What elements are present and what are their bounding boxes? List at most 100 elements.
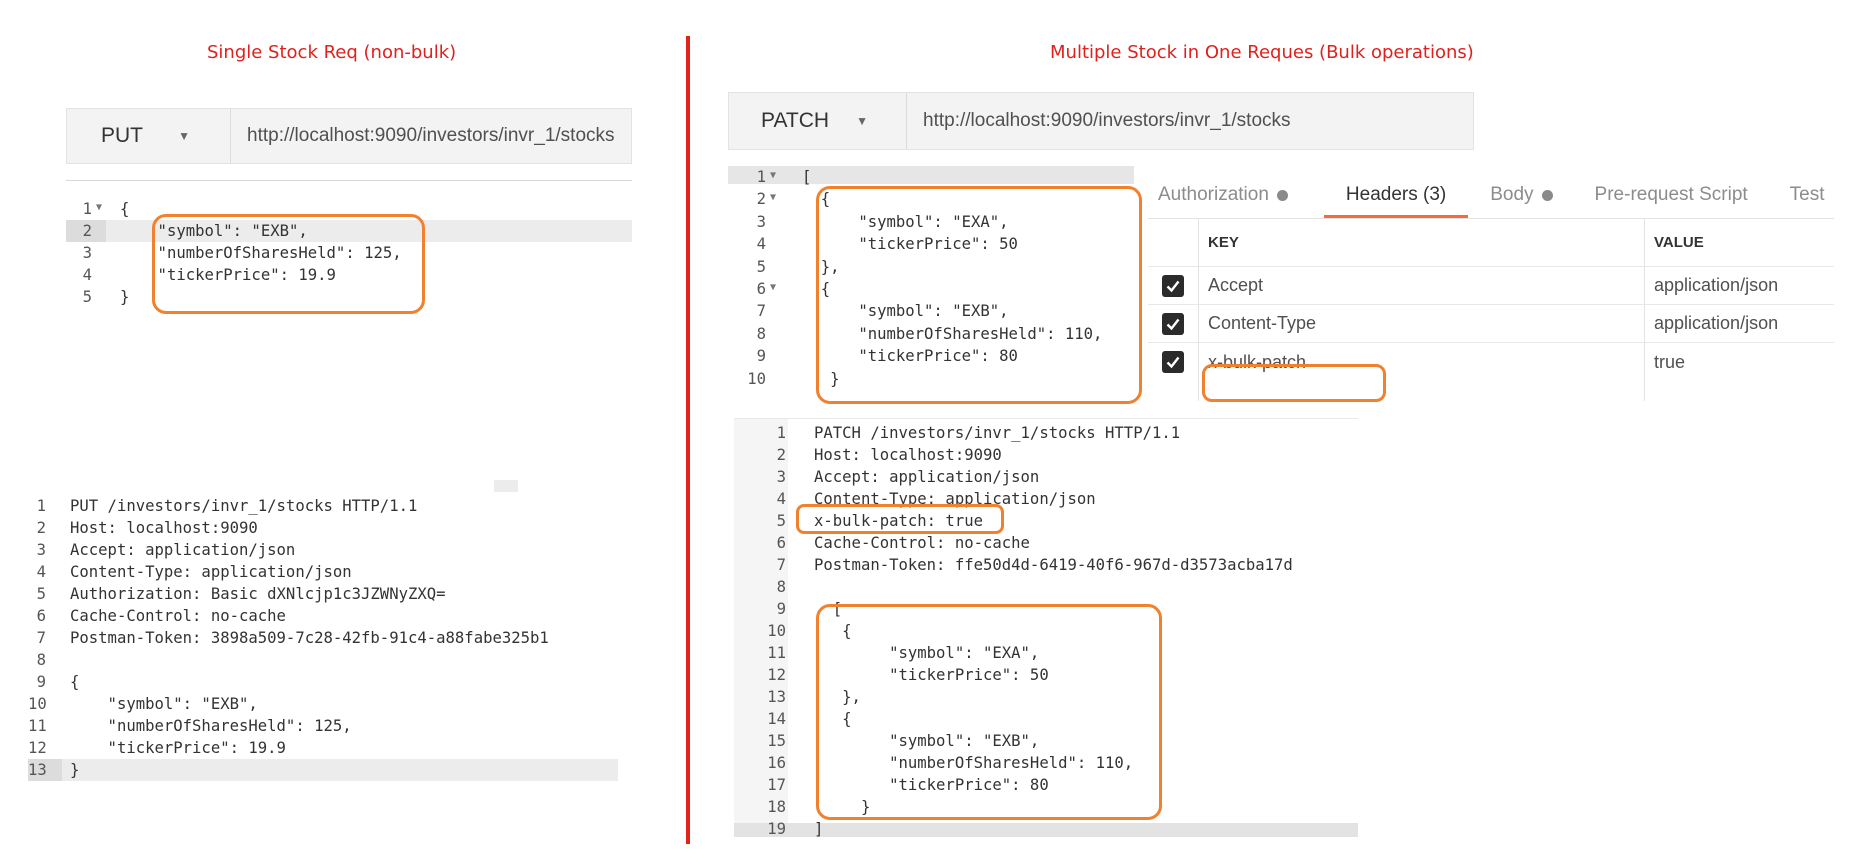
row-checkbox-cell <box>1162 343 1184 381</box>
code-line: } <box>120 288 130 306</box>
patch-request-bar: PATCH ▼ http://localhost:9090/investors/… <box>728 92 1474 150</box>
line-number: 1 <box>82 200 92 218</box>
method-select[interactable]: PATCH ▼ <box>729 93 907 149</box>
code-line: PUT /investors/invr_1/stocks HTTP/1.1 <box>70 497 418 515</box>
method-select[interactable]: PUT ▼ <box>67 109 231 163</box>
fold-arrow-icon[interactable]: ▼ <box>770 170 776 181</box>
code-line: Host: localhost:9090 <box>70 519 258 537</box>
line-number: 6 <box>776 534 786 552</box>
line-number: 6 <box>756 280 766 298</box>
code-line: Postman-Token: 3898a509-7c28-42fb-91c4-a… <box>70 629 549 647</box>
tab-label: Body <box>1490 184 1534 205</box>
tab-pre-request-script[interactable]: Pre-request Script <box>1595 172 1748 218</box>
line-number: 3 <box>756 212 766 231</box>
code-line: Host: localhost:9090 <box>814 446 1002 464</box>
line-number: 5 <box>36 585 46 603</box>
editor-top-border <box>66 180 632 181</box>
code-line: "tickerPrice": 19.9 <box>70 739 286 757</box>
code-line: Content-Type: application/json <box>70 563 352 581</box>
line-number: 9 <box>756 347 766 366</box>
line-number: 4 <box>36 563 46 581</box>
row-checkbox[interactable] <box>1162 274 1184 297</box>
key-column-header: KEY <box>1208 234 1239 251</box>
code-line: ] <box>814 820 824 838</box>
row-checkbox[interactable] <box>1162 312 1184 335</box>
line-number: 14 <box>767 710 786 728</box>
line-number: 8 <box>36 651 46 669</box>
code-line: Cache-Control: no-cache <box>814 534 1030 552</box>
line-number: 1 <box>756 168 766 186</box>
line-number: 3 <box>36 541 46 559</box>
highlight-box-raw-header <box>796 504 1004 534</box>
table-row: Accept application/json <box>1148 267 1834 305</box>
tab-headers-3[interactable]: Headers (3) <box>1323 172 1469 218</box>
line-number: 8 <box>756 324 766 343</box>
line-number: 7 <box>36 629 46 647</box>
fold-arrow-icon[interactable]: ▼ <box>770 192 776 203</box>
code-line: Cache-Control: no-cache <box>70 607 286 625</box>
header-key[interactable]: Content-Type <box>1208 305 1316 342</box>
section-divider <box>686 36 690 844</box>
header-value[interactable]: application/json <box>1654 305 1778 342</box>
code-line: Authorization: Basic dXNlcjp1c3JZWNyZXQ= <box>70 585 446 603</box>
tab-authorization[interactable]: Authorization <box>1158 172 1288 218</box>
value-column-header: VALUE <box>1654 234 1704 251</box>
chevron-down-icon: ▼ <box>856 114 868 128</box>
method-label: PUT <box>101 124 143 147</box>
active-line-highlight <box>28 759 618 781</box>
tab-test[interactable]: Test <box>1790 172 1825 218</box>
checkmark-icon <box>1166 356 1180 369</box>
table-row: Content-Type application/json <box>1148 305 1834 343</box>
modified-dot-icon <box>1541 189 1553 201</box>
header-value[interactable]: application/json <box>1654 267 1778 304</box>
line-number: 18 <box>767 798 786 816</box>
code-line: { <box>120 200 130 218</box>
line-number: 9 <box>36 673 46 691</box>
line-number: 13 <box>767 688 786 706</box>
line-number: 8 <box>776 578 786 596</box>
request-tabs: Authorization Headers (3) Body Pre-request … <box>1158 172 1859 218</box>
row-checkbox-cell <box>1162 267 1184 304</box>
header-key[interactable]: Accept <box>1208 267 1263 304</box>
line-number: 5 <box>82 288 92 306</box>
line-number: 12 <box>767 666 786 684</box>
left-section-title: Single Stock Req (non-bulk) <box>207 42 457 63</box>
tab-label: Test <box>1789 184 1825 205</box>
line-number: 11 <box>28 717 47 735</box>
fold-arrow-icon[interactable]: ▼ <box>96 202 102 213</box>
tab-label: Pre-request Script <box>1594 184 1748 205</box>
code-line: "numberOfSharesHeld": 125, <box>70 717 352 735</box>
line-number: 4 <box>776 490 786 508</box>
highlight-box-raw-body <box>816 604 1162 820</box>
line-number: 17 <box>767 776 786 794</box>
line-number: 2 <box>36 519 46 537</box>
header-value[interactable]: true <box>1654 343 1685 381</box>
code-line: { <box>70 673 80 691</box>
line-number: 15 <box>767 732 786 750</box>
code-line: "symbol": "EXB", <box>70 695 258 713</box>
line-number: 2 <box>82 222 92 240</box>
line-number: 3 <box>776 468 786 486</box>
line-number: 2 <box>776 446 786 464</box>
put-request-bar: PUT ▼ http://localhost:9090/investors/in… <box>66 108 632 164</box>
code-line: Postman-Token: ffe50d4d-6419-40f6-967d-d… <box>814 556 1293 574</box>
fold-arrow-icon[interactable]: ▼ <box>770 282 776 293</box>
chevron-down-icon: ▼ <box>178 129 190 143</box>
line-number: 12 <box>28 739 47 757</box>
line-number: 3 <box>82 244 92 262</box>
line-number: 10 <box>28 695 47 713</box>
line-number: 7 <box>756 302 766 321</box>
table-header-row: KEY VALUE <box>1148 219 1834 267</box>
code-line: PATCH /investors/invr_1/stocks HTTP/1.1 <box>814 424 1181 442</box>
code-line: [ <box>802 168 812 186</box>
line-number: 5 <box>776 512 786 530</box>
scrollbar-thumb[interactable] <box>494 480 518 492</box>
url-input[interactable]: http://localhost:9090/investors/invr_1/s… <box>231 109 615 163</box>
url-input[interactable]: http://localhost:9090/investors/invr_1/s… <box>907 93 1291 149</box>
right-section-title: Multiple Stock in One Reques (Bulk opera… <box>1050 42 1474 63</box>
checkmark-icon <box>1166 280 1180 292</box>
active-line-highlight <box>734 823 1358 837</box>
tab-body[interactable]: Body <box>1490 172 1553 218</box>
code-line: Accept: application/json <box>70 541 296 559</box>
row-checkbox[interactable] <box>1162 351 1184 373</box>
